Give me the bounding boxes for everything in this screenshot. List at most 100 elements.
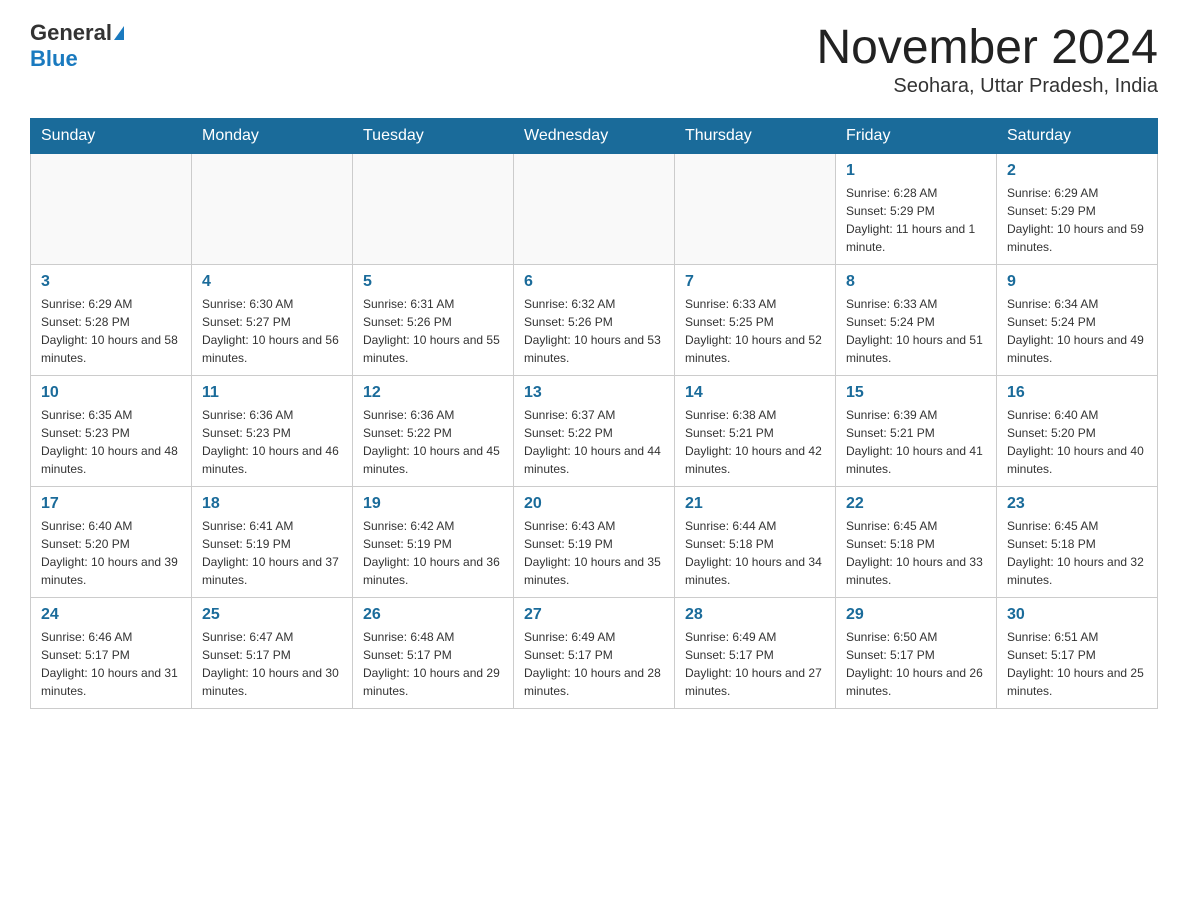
day-number: 12	[363, 384, 503, 402]
day-info: Sunrise: 6:36 AM Sunset: 5:23 PM Dayligh…	[202, 406, 342, 478]
day-number: 21	[685, 495, 825, 513]
calendar-cell: 24 Sunrise: 6:46 AM Sunset: 5:17 PM Dayli…	[31, 598, 192, 709]
day-info: Sunrise: 6:50 AM Sunset: 5:17 PM Dayligh…	[846, 628, 986, 700]
day-info: Sunrise: 6:40 AM Sunset: 5:20 PM Dayligh…	[1007, 406, 1147, 478]
calendar-cell: 23Sunrise: 6:45 AM Sunset: 5:18 PM Dayli…	[997, 487, 1158, 598]
day-info: Sunrise: 6:49 AM Sunset: 5:17 PM Dayligh…	[524, 628, 664, 700]
day-number: 13	[524, 384, 664, 402]
calendar-cell: 10 Sunrise: 6:35 AM Sunset: 5:23 PM Dayli…	[31, 376, 192, 487]
calendar-cell	[514, 154, 675, 265]
day-info: Sunrise: 6:42 AM Sunset: 5:19 PM Dayligh…	[363, 517, 503, 589]
calendar-cell: 6 Sunrise: 6:32 AM Sunset: 5:26 PM Daylig…	[514, 265, 675, 376]
calendar-cell: 17 Sunrise: 6:40 AM Sunset: 5:20 PM Dayli…	[31, 487, 192, 598]
calendar-cell	[31, 154, 192, 265]
calendar-cell: 28 Sunrise: 6:49 AM Sunset: 5:17 PM Dayli…	[675, 598, 836, 709]
title-section: November 2024 Seohara, Uttar Pradesh, In…	[816, 20, 1158, 98]
calendar-cell	[192, 154, 353, 265]
day-number: 14	[685, 384, 825, 402]
logo: General Blue	[30, 20, 124, 72]
weekday-header-friday: Friday	[836, 119, 997, 154]
day-number: 19	[363, 495, 503, 513]
day-info: Sunrise: 6:45 AM Sunset: 5:18 PM Dayligh…	[846, 517, 986, 589]
day-info: Sunrise: 6:41 AM Sunset: 5:19 PM Dayligh…	[202, 517, 342, 589]
day-number: 9	[1007, 273, 1147, 291]
day-info: Sunrise: 6:49 AM Sunset: 5:17 PM Dayligh…	[685, 628, 825, 700]
calendar-cell: 27 Sunrise: 6:49 AM Sunset: 5:17 PM Dayli…	[514, 598, 675, 709]
calendar-cell: 4 Sunrise: 6:30 AM Sunset: 5:27 PM Daylig…	[192, 265, 353, 376]
logo-triangle-icon	[114, 26, 124, 40]
weekday-header-row: SundayMondayTuesdayWednesdayThursdayFrid…	[31, 119, 1158, 154]
day-info: Sunrise: 6:43 AM Sunset: 5:19 PM Dayligh…	[524, 517, 664, 589]
calendar-cell: 11 Sunrise: 6:36 AM Sunset: 5:23 PM Dayli…	[192, 376, 353, 487]
day-info: Sunrise: 6:35 AM Sunset: 5:23 PM Dayligh…	[41, 406, 181, 478]
weekday-header-wednesday: Wednesday	[514, 119, 675, 154]
day-info: Sunrise: 6:33 AM Sunset: 5:24 PM Dayligh…	[846, 295, 986, 367]
day-info: Sunrise: 6:33 AM Sunset: 5:25 PM Dayligh…	[685, 295, 825, 367]
calendar-cell: 21Sunrise: 6:44 AM Sunset: 5:18 PM Dayli…	[675, 487, 836, 598]
calendar-cell: 22 Sunrise: 6:45 AM Sunset: 5:18 PM Dayli…	[836, 487, 997, 598]
day-info: Sunrise: 6:29 AM Sunset: 5:29 PM Dayligh…	[1007, 184, 1147, 256]
calendar-cell: 3Sunrise: 6:29 AM Sunset: 5:28 PM Daylig…	[31, 265, 192, 376]
weekday-header-sunday: Sunday	[31, 119, 192, 154]
day-number: 6	[524, 273, 664, 291]
calendar-cell	[353, 154, 514, 265]
calendar-cell: 12 Sunrise: 6:36 AM Sunset: 5:22 PM Dayli…	[353, 376, 514, 487]
day-number: 16	[1007, 384, 1147, 402]
day-number: 15	[846, 384, 986, 402]
calendar-cell: 15 Sunrise: 6:39 AM Sunset: 5:21 PM Dayli…	[836, 376, 997, 487]
day-info: Sunrise: 6:48 AM Sunset: 5:17 PM Dayligh…	[363, 628, 503, 700]
day-number: 28	[685, 606, 825, 624]
calendar-cell: 7 Sunrise: 6:33 AM Sunset: 5:25 PM Daylig…	[675, 265, 836, 376]
day-number: 27	[524, 606, 664, 624]
weekday-header-monday: Monday	[192, 119, 353, 154]
day-info: Sunrise: 6:37 AM Sunset: 5:22 PM Dayligh…	[524, 406, 664, 478]
calendar-cell: 25Sunrise: 6:47 AM Sunset: 5:17 PM Dayli…	[192, 598, 353, 709]
day-number: 7	[685, 273, 825, 291]
day-info: Sunrise: 6:31 AM Sunset: 5:26 PM Dayligh…	[363, 295, 503, 367]
day-number: 17	[41, 495, 181, 513]
calendar-cell: 2Sunrise: 6:29 AM Sunset: 5:29 PM Daylig…	[997, 154, 1158, 265]
calendar-cell: 29 Sunrise: 6:50 AM Sunset: 5:17 PM Dayli…	[836, 598, 997, 709]
day-number: 24	[41, 606, 181, 624]
day-info: Sunrise: 6:40 AM Sunset: 5:20 PM Dayligh…	[41, 517, 181, 589]
day-number: 29	[846, 606, 986, 624]
weekday-header-saturday: Saturday	[997, 119, 1158, 154]
day-info: Sunrise: 6:45 AM Sunset: 5:18 PM Dayligh…	[1007, 517, 1147, 589]
calendar-cell: 30 Sunrise: 6:51 AM Sunset: 5:17 PM Dayli…	[997, 598, 1158, 709]
day-info: Sunrise: 6:46 AM Sunset: 5:17 PM Dayligh…	[41, 628, 181, 700]
day-number: 30	[1007, 606, 1147, 624]
day-number: 1	[846, 162, 986, 180]
week-row-5: 24 Sunrise: 6:46 AM Sunset: 5:17 PM Dayli…	[31, 598, 1158, 709]
day-info: Sunrise: 6:34 AM Sunset: 5:24 PM Dayligh…	[1007, 295, 1147, 367]
day-info: Sunrise: 6:36 AM Sunset: 5:22 PM Dayligh…	[363, 406, 503, 478]
header: General Blue November 2024 Seohara, Utta…	[30, 20, 1158, 98]
day-number: 22	[846, 495, 986, 513]
calendar-table: SundayMondayTuesdayWednesdayThursdayFrid…	[30, 118, 1158, 709]
weekday-header-tuesday: Tuesday	[353, 119, 514, 154]
day-info: Sunrise: 6:28 AM Sunset: 5:29 PM Dayligh…	[846, 184, 986, 256]
day-info: Sunrise: 6:39 AM Sunset: 5:21 PM Dayligh…	[846, 406, 986, 478]
week-row-1: 1 Sunrise: 6:28 AM Sunset: 5:29 PM Daylig…	[31, 154, 1158, 265]
location: Seohara, Uttar Pradesh, India	[816, 75, 1158, 98]
day-info: Sunrise: 6:32 AM Sunset: 5:26 PM Dayligh…	[524, 295, 664, 367]
day-info: Sunrise: 6:51 AM Sunset: 5:17 PM Dayligh…	[1007, 628, 1147, 700]
day-info: Sunrise: 6:30 AM Sunset: 5:27 PM Dayligh…	[202, 295, 342, 367]
day-number: 4	[202, 273, 342, 291]
weekday-header-thursday: Thursday	[675, 119, 836, 154]
day-number: 25	[202, 606, 342, 624]
calendar-cell: 18Sunrise: 6:41 AM Sunset: 5:19 PM Dayli…	[192, 487, 353, 598]
calendar-cell: 16 Sunrise: 6:40 AM Sunset: 5:20 PM Dayli…	[997, 376, 1158, 487]
calendar-cell: 1 Sunrise: 6:28 AM Sunset: 5:29 PM Daylig…	[836, 154, 997, 265]
logo-blue-text: Blue	[30, 46, 78, 72]
day-info: Sunrise: 6:38 AM Sunset: 5:21 PM Dayligh…	[685, 406, 825, 478]
calendar-cell	[675, 154, 836, 265]
day-info: Sunrise: 6:29 AM Sunset: 5:28 PM Dayligh…	[41, 295, 181, 367]
day-number: 8	[846, 273, 986, 291]
month-title: November 2024	[816, 20, 1158, 75]
calendar-cell: 8 Sunrise: 6:33 AM Sunset: 5:24 PM Daylig…	[836, 265, 997, 376]
day-number: 11	[202, 384, 342, 402]
day-number: 10	[41, 384, 181, 402]
logo-general-text: General	[30, 20, 112, 46]
day-number: 5	[363, 273, 503, 291]
calendar-cell: 20Sunrise: 6:43 AM Sunset: 5:19 PM Dayli…	[514, 487, 675, 598]
